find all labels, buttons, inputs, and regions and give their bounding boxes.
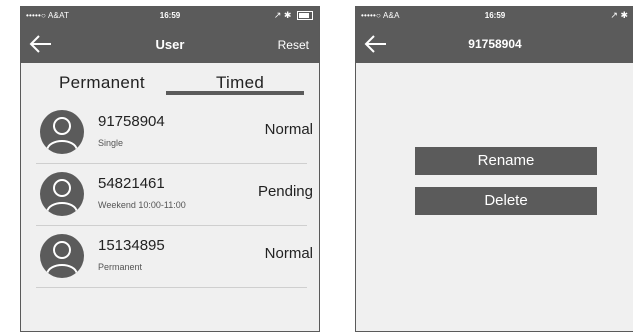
page-title: 91758904 [468,37,522,51]
tab-timed[interactable]: Timed [216,73,264,93]
tab-permanent[interactable]: Permanent [59,73,145,93]
status-bar: •••••○ A&AT 16:59 ↗ ✱ [21,7,319,25]
page-title: User [155,37,185,52]
user-list-item[interactable]: 91758904 Single Normal [36,101,313,164]
active-tab-indicator [166,91,304,95]
status-bar: •••••○ A&A 16:59 ↗ ✱ [356,7,633,25]
user-type: Weekend 10:00-11:00 [98,200,186,210]
user-type: Single [98,138,124,148]
user-status: Pending [257,183,313,200]
location-bluetooth-icons: ↗ ✱ [273,10,292,20]
user-list-item[interactable]: 54821461 Weekend 10:00-11:00 Pending [36,163,313,226]
location-bluetooth-icons: ↗ ✱ [610,10,628,20]
battery-icon [297,11,313,21]
user-name: 91758904 [98,113,165,130]
avatar-icon [40,234,84,278]
user-list-screen: •••••○ A&AT 16:59 ↗ ✱ User Reset Permane… [20,6,320,332]
rename-button[interactable]: Rename [415,147,597,175]
avatar-icon [40,110,84,154]
user-status: Normal [264,121,313,138]
user-list-item[interactable]: 15134895 Permanent Normal [36,225,313,288]
user-status: Normal [264,245,313,262]
user-type: Permanent [98,262,143,272]
delete-button[interactable]: Delete [415,187,597,215]
user-name: 54821461 [98,175,165,192]
avatar-icon [40,172,84,216]
status-time: 16:59 [484,11,506,20]
navigation-bar: 91758904 [356,25,633,63]
status-icons: ↗ ✱ [274,10,313,21]
navigation-bar: User Reset [21,25,319,63]
user-detail-screen: •••••○ A&A 16:59 ↗ ✱ 91758904 Rename Del… [355,6,633,332]
user-name: 15134895 [98,237,165,254]
tab-bar: Permanent Timed [21,63,319,101]
reset-button[interactable]: Reset [278,38,309,52]
